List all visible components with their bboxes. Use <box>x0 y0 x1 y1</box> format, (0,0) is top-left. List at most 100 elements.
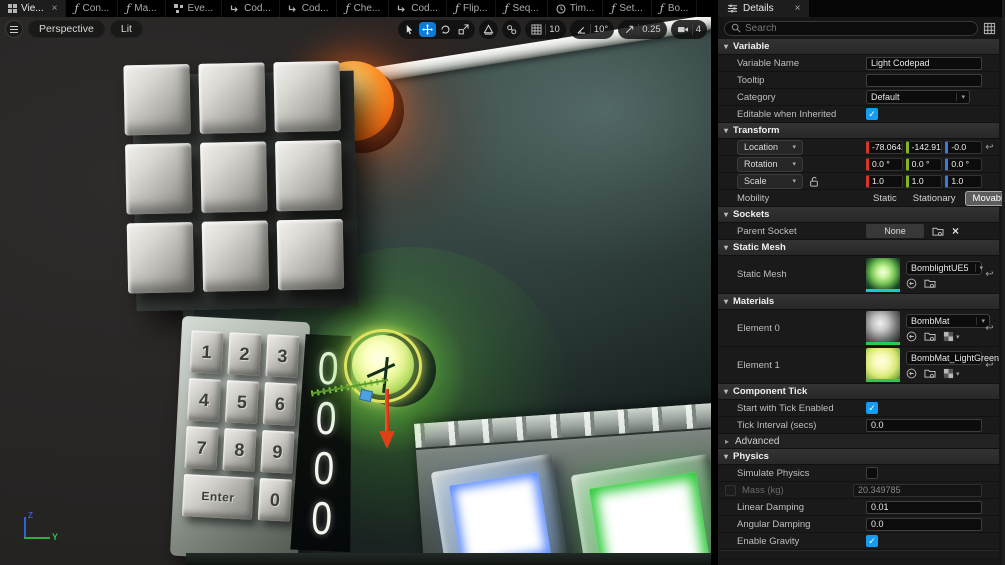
browse-asset-icon[interactable] <box>924 331 936 342</box>
blank-keypad-mesh[interactable] <box>123 60 360 314</box>
tab-code-3[interactable]: Cod... <box>389 0 447 17</box>
angular-damping-field[interactable]: 0.0 <box>866 517 982 531</box>
blue-screen-mesh[interactable] <box>430 453 570 565</box>
tick-interval-field[interactable]: 0.0 <box>866 418 982 432</box>
rotation-y-field[interactable]: 0.0 ° <box>905 157 943 171</box>
static-mesh-thumbnail[interactable] <box>866 257 900 292</box>
reset-icon[interactable]: ↩ <box>985 269 993 280</box>
section-variable[interactable]: ▾ Variable <box>718 39 999 55</box>
reset-icon[interactable]: ↩ <box>985 142 993 153</box>
material-0-dropdown[interactable]: BombMat ▾ <box>906 314 990 328</box>
linear-damping-field[interactable]: 0.01 <box>866 500 982 514</box>
blank-keycap[interactable] <box>275 139 343 212</box>
display-filter-icon[interactable] <box>983 22 996 35</box>
keycap-4[interactable]: 4 <box>186 378 222 422</box>
keycap-6[interactable]: 6 <box>262 382 298 426</box>
keycap-5[interactable]: 5 <box>224 380 260 424</box>
tab-timer[interactable]: Tim... <box>548 0 604 17</box>
rotate-tool-button[interactable] <box>437 22 454 37</box>
blank-keycap[interactable] <box>123 64 191 136</box>
surface-snap-button[interactable] <box>479 20 499 39</box>
tab-code-1[interactable]: Cod... <box>222 0 280 17</box>
rotation-dropdown[interactable]: Rotation ▾ <box>737 156 803 172</box>
selected-green-light-mesh[interactable] <box>300 293 470 453</box>
search-input[interactable]: Search <box>724 20 978 36</box>
3d-scene[interactable]: 1 2 3 4 5 6 7 8 9 Enter 0 0 0 0 0 <box>0 17 711 565</box>
viewport[interactable]: 1 2 3 4 5 6 7 8 9 Enter 0 0 0 0 0 <box>0 17 711 565</box>
scale-x-field[interactable]: 1.0 <box>866 174 903 188</box>
chevron-down-icon[interactable]: ▾ <box>956 333 960 341</box>
section-materials[interactable]: ▾ Materials <box>718 294 999 310</box>
blank-keycap[interactable] <box>126 222 195 294</box>
clear-socket-icon[interactable]: × <box>952 224 959 238</box>
gizmo-z-axis-arrowhead[interactable] <box>379 431 395 449</box>
tab-macro[interactable]: ƒ Ma... <box>118 0 166 17</box>
grid-snap-control[interactable]: 10 <box>525 20 566 39</box>
keycap-0[interactable]: 0 <box>257 478 292 522</box>
browse-socket-icon[interactable] <box>932 226 944 237</box>
location-y-field[interactable]: -142.919711 <box>905 140 943 154</box>
mobility-static-button[interactable]: Static <box>866 192 904 205</box>
advanced-expander[interactable]: ▸ Advanced <box>718 434 999 449</box>
use-selected-asset-icon[interactable] <box>906 278 917 289</box>
blank-keycap[interactable] <box>201 220 270 292</box>
actor-snap-button[interactable] <box>502 20 522 39</box>
enable-gravity-checkbox[interactable]: ✓ <box>866 535 878 547</box>
close-icon[interactable]: × <box>795 3 801 14</box>
camera-speed-control[interactable]: 4 <box>670 20 707 39</box>
keycap-3[interactable]: 3 <box>265 334 300 378</box>
blank-keycap[interactable] <box>125 143 193 215</box>
gizmo-z-axis-handle[interactable] <box>385 389 389 433</box>
static-mesh-dropdown[interactable]: BomblightUE5 ▾ <box>906 260 983 275</box>
location-z-field[interactable]: -0.0 <box>945 140 983 154</box>
blank-keycap[interactable] <box>273 60 341 133</box>
tab-set[interactable]: ƒ Set... <box>603 0 652 17</box>
tab-sequence[interactable]: ƒ Seq... <box>496 0 548 17</box>
material-1-dropdown[interactable]: BombMat_LightGreen▾ <box>906 351 999 365</box>
green-screen-mesh[interactable] <box>570 453 711 565</box>
tab-flip[interactable]: ƒ Flip... <box>447 0 497 17</box>
keycap-1[interactable]: 1 <box>189 330 224 374</box>
reset-icon[interactable]: ↩ <box>985 323 993 334</box>
material-0-thumbnail[interactable] <box>866 311 900 345</box>
keycap-7[interactable]: 7 <box>184 426 219 470</box>
browse-asset-icon[interactable] <box>924 368 936 379</box>
reset-icon[interactable]: ↩ <box>985 360 993 371</box>
rotation-snap-control[interactable]: 10° <box>569 20 615 39</box>
use-selected-asset-icon[interactable] <box>906 331 917 342</box>
scale-dropdown[interactable]: Scale ▾ <box>737 173 803 189</box>
keycap-8[interactable]: 8 <box>222 428 257 472</box>
tab-event-graph[interactable]: Eve... <box>166 0 223 17</box>
blank-keycap[interactable] <box>198 62 266 134</box>
material-1-thumbnail[interactable] <box>866 348 900 382</box>
keycap-enter[interactable]: Enter <box>181 474 255 520</box>
gizmo-plane-handle[interactable] <box>358 388 374 403</box>
scale-tool-button[interactable] <box>455 22 472 37</box>
section-static-mesh[interactable]: ▾ Static Mesh <box>718 240 999 256</box>
editable-checkbox[interactable]: ✓ <box>866 108 878 120</box>
tab-construction[interactable]: ƒ Con... <box>66 0 119 17</box>
move-tool-button[interactable] <box>419 22 437 37</box>
mobility-movable-button[interactable]: Movable <box>964 190 1002 206</box>
tab-details[interactable]: Details × <box>718 0 810 17</box>
chevron-down-icon[interactable]: ▾ <box>956 370 960 378</box>
simulate-physics-checkbox[interactable] <box>866 467 878 479</box>
material-options-icon[interactable] <box>943 368 954 379</box>
tab-code-2[interactable]: Cod... <box>280 0 338 17</box>
variable-name-field[interactable]: Light Codepad <box>866 56 982 70</box>
section-component-tick[interactable]: ▾ Component Tick <box>718 384 999 400</box>
tab-bo[interactable]: ƒ Bo... <box>652 0 698 17</box>
close-icon[interactable]: × <box>52 3 58 14</box>
mass-override-checkbox[interactable] <box>725 484 736 496</box>
section-sockets[interactable]: ▾ Sockets <box>718 207 999 223</box>
start-tick-checkbox[interactable]: ✓ <box>866 402 878 414</box>
tab-viewport[interactable]: Vie... × <box>0 0 67 17</box>
perspective-button[interactable]: Perspective <box>28 20 105 38</box>
parent-socket-field[interactable]: None <box>866 224 924 238</box>
blank-keycap[interactable] <box>200 141 268 213</box>
location-x-field[interactable]: -78.064202 <box>866 140 903 154</box>
scale-snap-control[interactable]: 0.25 <box>618 20 667 39</box>
use-selected-asset-icon[interactable] <box>906 368 917 379</box>
tab-check[interactable]: ƒ Che... <box>337 0 390 17</box>
select-tool-button[interactable] <box>401 22 418 37</box>
